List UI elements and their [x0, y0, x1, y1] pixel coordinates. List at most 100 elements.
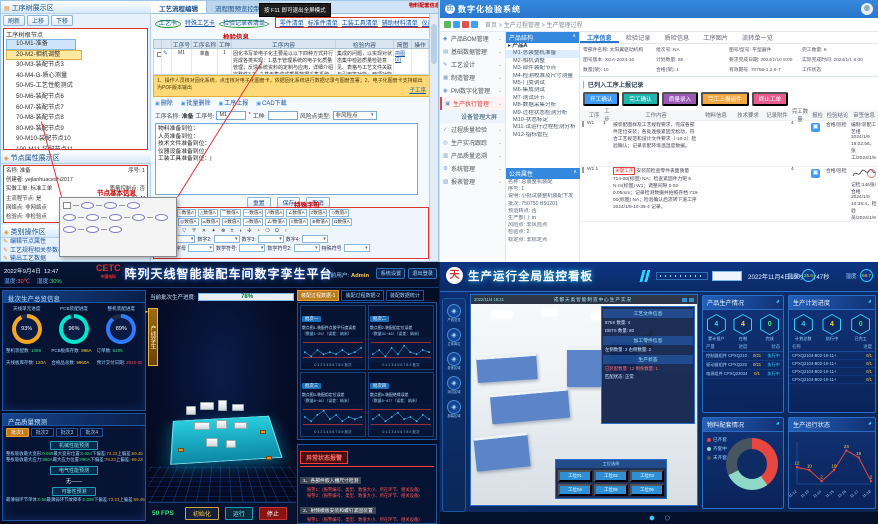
mes-tab[interactable]: 质检信息 — [658, 32, 697, 43]
product-tree-item[interactable]: M3-部件装配节点 — [506, 65, 579, 72]
special-char-button[interactable]: ◎数值A — [178, 218, 198, 226]
twin-3d-scene[interactable] — [148, 288, 296, 502]
material-link[interactable]: 工装工具清单 — [342, 21, 378, 27]
chart-tab[interactable]: 装配过程数据-2 — [341, 290, 383, 301]
doc-link[interactable]: 工艺卡 — [155, 20, 181, 28]
mes-tab[interactable]: 工序信息 — [580, 32, 619, 43]
tree-item[interactable]: 60-M7-装配节点7 — [6, 103, 147, 114]
product-tree-item[interactable]: M2-相机调整 — [506, 58, 579, 65]
rail-item[interactable]: ◈老炼区域 — [443, 352, 465, 371]
char-select[interactable]: 数字4: — [286, 235, 328, 243]
tree-item[interactable]: 70-M8-装配节点8 — [6, 113, 147, 124]
reliability-predict-button[interactable]: 可靠性预测 — [52, 487, 95, 496]
mini-input[interactable] — [712, 271, 742, 281]
window-dot[interactable] — [471, 21, 478, 28]
station-button[interactable]: 工位03 — [630, 470, 664, 482]
report-icon[interactable]: ▣ — [811, 169, 820, 178]
hex-icon[interactable]: ⬢ — [649, 515, 654, 522]
tab-line-twin[interactable]: 产线孪生 — [148, 308, 158, 366]
sidebar-item[interactable]: ▦制造管理 — [440, 71, 505, 84]
char-select[interactable]: 数字2: — [197, 235, 239, 243]
product-row[interactable]: 控制器组件 CPXQ210340/21执行中 — [703, 352, 783, 361]
rail-item[interactable]: ◈部装区域 — [443, 400, 465, 419]
report-icon[interactable]: ▣ — [811, 123, 820, 132]
row-action-link[interactable]: 批量删除 — [181, 98, 211, 107]
station-button[interactable]: 工位06 — [630, 484, 664, 496]
process-table-row[interactable]: ✎ M1 准备 1 固化书写单电子化主要是以以下四种方式并行完成各类实现：1.基… — [153, 49, 430, 75]
material-link[interactable]: 标准件清单 — [308, 21, 338, 27]
process-content-textarea[interactable]: 物料准备到位： 人员准备到位： 技术文件准备到位： 仪器设备准备到位： 工装工具… — [155, 123, 418, 195]
special-char-button[interactable]: ≠数值A — [309, 209, 328, 217]
product-tree-item[interactable]: M10-状态标定 — [506, 117, 579, 124]
char-select[interactable]: 特殊符号 — [322, 244, 370, 252]
scrollbar-thumb[interactable] — [431, 24, 437, 64]
tree-item[interactable]: 80-M9-装配节点9 — [6, 124, 147, 135]
rail-item[interactable]: ◈立体库区 — [443, 328, 465, 347]
mech-predict-button[interactable]: 机械性能预测 — [50, 441, 98, 450]
row-checkbox[interactable] — [582, 121, 584, 127]
tree-item[interactable]: 20-M2-相机调整 — [6, 50, 82, 61]
special-char-button[interactable]: △数值A — [198, 209, 218, 217]
sidebar-item[interactable]: ◉PM数字化管理 — [440, 84, 505, 97]
special-char-button[interactable]: ▱数值A — [243, 218, 263, 226]
product-row[interactable]: 驱动器组件 CPXQ220140/21执行中 — [703, 361, 783, 370]
sidebar-item[interactable]: ▧报表管理 — [440, 175, 505, 188]
product-tree-item[interactable]: M1-总装整机准备 — [506, 50, 579, 57]
mes-tab[interactable]: 工序图片 — [696, 32, 735, 43]
scene-topbar-icons[interactable] — [682, 298, 694, 302]
mes-tab[interactable]: 检验记录 — [619, 32, 658, 43]
action-button[interactable]: 完工确认 — [622, 92, 658, 106]
sidebar-item[interactable]: ⚙系统管理 — [440, 162, 505, 175]
char-select[interactable]: 数学符号: — [216, 244, 265, 252]
plan-row[interactable]: CPXQ2104-B02-10-11-010/1 — [789, 352, 875, 360]
special-char-button[interactable]: ∠/数值A — [265, 218, 287, 226]
selected-subrow[interactable]: 1、操作人员核对固化系统，点击核对电子化图册卡，依据固化系统进行数据记录与图册签… — [153, 75, 430, 97]
table-row[interactable]: W11 按装配图样及工艺规程要求，完成各部件定位安装；各处连接紧固无松动，符合工… — [580, 121, 878, 167]
sidebar-item[interactable]: ▣生产执行管理 — [440, 97, 505, 110]
product-tree-item[interactable]: M12-指标管控 — [506, 132, 579, 139]
product-tree-item[interactable]: M4-检测校准及尺寸测量 — [506, 73, 579, 80]
special-char-button[interactable]: ◇数值A — [329, 209, 349, 217]
product-tree-item[interactable]: M8-数据采集分析 — [506, 102, 579, 109]
action-button[interactable]: 终止工单 — [752, 92, 788, 106]
product-tree-item[interactable]: ▸ 产品A — [506, 43, 579, 50]
window-dot[interactable] — [444, 21, 451, 28]
sidebar-item[interactable]: ◆产品BOM管理 — [440, 32, 505, 45]
process-no-input[interactable]: M1 — [216, 111, 246, 120]
doc-link[interactable]: 检验记录表清单 — [219, 20, 269, 28]
window-dot[interactable] — [462, 21, 469, 28]
sidebar-item[interactable]: 设备管理大屏 — [440, 110, 505, 123]
product-tree-item[interactable]: M9-过程状态检测分析 — [506, 110, 579, 117]
special-char-button[interactable]: //数值A — [265, 209, 284, 217]
tree-item[interactable]: 50-M5-工艺性能测试 — [6, 81, 147, 92]
product-tree-item[interactable]: M11-试运行过程检测分析 — [506, 124, 579, 131]
avatar[interactable]: ⚉ — [861, 3, 873, 15]
product-tree-item[interactable]: M5-门类调试 — [506, 80, 579, 87]
tree-item[interactable]: 40-M4-G-质心测量 — [6, 71, 147, 82]
scene-control-button[interactable]: 停止 — [259, 507, 287, 520]
batch-tab[interactable]: 批次4 — [80, 428, 103, 437]
sidebar-item[interactable]: ▥产品质量追溯 — [440, 149, 505, 162]
row-action-link[interactable]: 删除 — [155, 98, 173, 107]
special-char-button[interactable]: ⌓数值A — [201, 218, 221, 226]
special-char-button[interactable]: ≡数值A — [289, 218, 308, 226]
tree-item[interactable]: 90-M10-装配节点10 — [6, 134, 147, 145]
station-button[interactable]: 工位05 — [594, 484, 628, 496]
batch-tab[interactable]: 批次3 — [56, 428, 79, 437]
sketch-link[interactable]: 简图(0) — [394, 49, 412, 74]
tree-toolbar-button[interactable]: 下移 — [51, 15, 73, 26]
plan-row[interactable]: CPXQ2104-B02-10-11-030/1 — [789, 368, 875, 376]
header-button[interactable]: 退出登录 — [408, 268, 437, 279]
product-tree-item[interactable]: M6-集成测试 — [506, 87, 579, 94]
special-char-button[interactable]: ⌀数值A — [222, 218, 241, 226]
doc-link[interactable]: 特殊工艺卡 — [185, 21, 215, 27]
station-button[interactable]: 工位04 — [558, 484, 592, 496]
batch-tab[interactable]: 批次2 — [31, 428, 54, 437]
station-button[interactable]: 工位01 — [558, 470, 592, 482]
action-button[interactable]: 开工确认 — [583, 92, 619, 106]
char-select[interactable]: 数学符号2: — [267, 244, 319, 252]
row-checkbox[interactable] — [582, 167, 584, 173]
special-char-button[interactable]: Ω数值A — [332, 218, 352, 226]
glyph-strip[interactable]: ● ~ ✂ ▽ 〒 ✕ ✦ ⊗ ± ◑ ✣ ◔ ❍ Ω ♀ — [156, 227, 426, 234]
risk-type-select[interactable]: 非风险点▾ — [333, 111, 377, 120]
